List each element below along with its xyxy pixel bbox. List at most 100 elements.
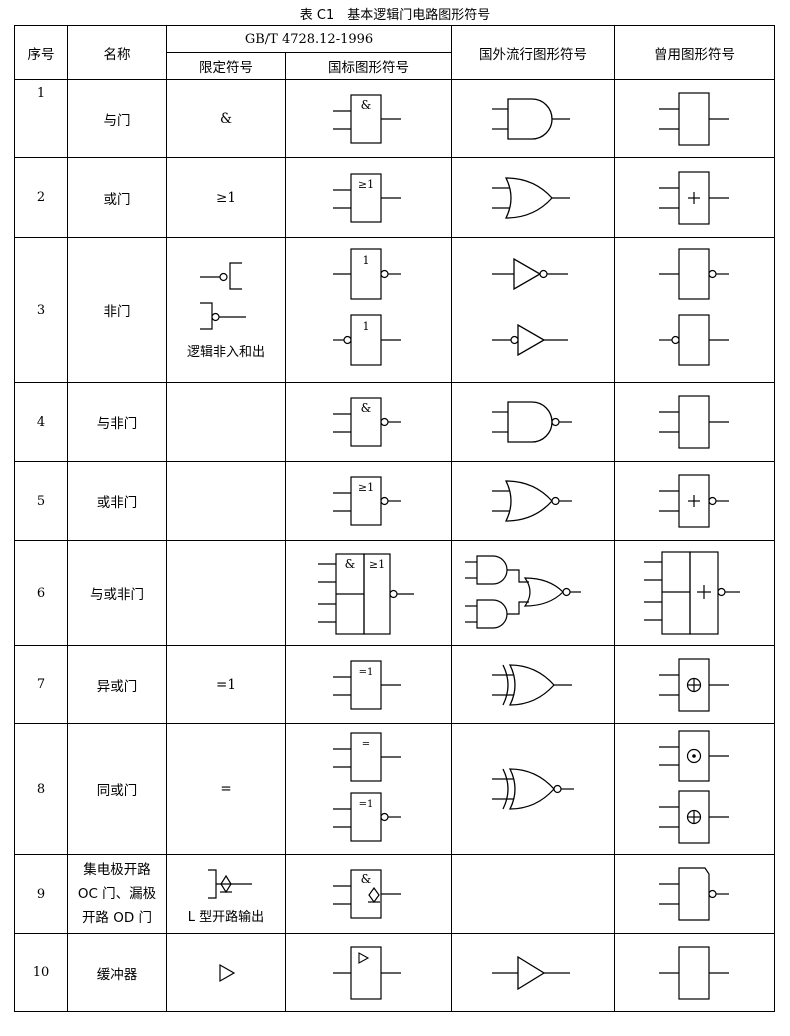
table-row: 9 集电极开路 OC 门、漏极 开路 OD 门 L 型开路输出 & xyxy=(14,854,776,934)
not-gate-gb-icon: 1 1 xyxy=(332,248,401,366)
table-row: 5 或非门 ≥1 xyxy=(14,461,776,541)
foreign-symbol-nor xyxy=(451,461,616,541)
nand-gate-foreign-icon xyxy=(492,401,573,443)
aoi-gate-legacy-icon xyxy=(643,551,740,635)
header-index: 序号 xyxy=(14,25,68,80)
qualifier-caption: L 型开路输出 xyxy=(187,909,265,925)
nor-gate-foreign-icon xyxy=(492,480,573,522)
and-gate-gb-icon: & xyxy=(332,93,401,144)
foreign-symbol-not xyxy=(451,237,616,383)
xor-gate-gb-icon: =1 xyxy=(332,659,401,710)
legacy-symbol-or xyxy=(614,157,776,238)
gb-symbol-xor: =1 xyxy=(284,645,453,724)
foreign-symbol-aoi xyxy=(451,540,616,646)
foreign-symbol-or xyxy=(451,157,616,238)
gate-label: & xyxy=(360,872,371,886)
row-name: 同或门 xyxy=(67,723,167,855)
row-index: 3 xyxy=(14,237,68,383)
header-standard: GB/T 4728.12-1996 xyxy=(165,25,453,53)
gate-label: ≥1 xyxy=(357,178,373,191)
gb-symbol-oc: & xyxy=(284,854,453,934)
qualifier-negation: 逻辑非入和出 xyxy=(166,237,286,383)
xor-gate-legacy-icon xyxy=(658,657,729,712)
row-index: 1 xyxy=(14,79,68,158)
xnor-gate-foreign-icon xyxy=(492,768,575,810)
legacy-symbol-oc xyxy=(614,854,776,934)
aoi-gate-gb-icon: & ≥1 xyxy=(317,553,414,635)
row-index: 10 xyxy=(14,933,68,1012)
foreign-symbol-xor xyxy=(451,645,616,724)
legacy-symbol-nand xyxy=(614,382,776,462)
nand-gate-gb-icon: & xyxy=(332,397,401,447)
row-name: 与或非门 xyxy=(67,540,167,646)
qualifier-symbol: ≥1 xyxy=(166,157,286,238)
qualifier-caption: 逻辑非入和出 xyxy=(186,344,265,360)
row-index: 8 xyxy=(14,723,68,855)
row-name: 或门 xyxy=(67,157,167,238)
gb-symbol-xnor: = =1 xyxy=(284,723,453,855)
table-row: 7 异或门 =1 =1 xyxy=(14,645,776,724)
qualifier-symbol: = xyxy=(166,723,286,855)
qualifier-symbol: =1 xyxy=(166,645,286,724)
oc-gate-legacy-icon xyxy=(658,867,729,921)
gate-label: = xyxy=(361,739,369,750)
table-row: 1 与门 & & xyxy=(14,79,776,158)
legacy-symbol-nor xyxy=(614,461,776,541)
row-name: 非门 xyxy=(67,237,167,383)
gb-symbol-and: & xyxy=(284,79,453,158)
and-gate-legacy-icon xyxy=(658,91,729,146)
table-row: 4 与非门 & xyxy=(14,382,776,462)
negation-io-icon xyxy=(200,261,246,330)
gb-symbol-nand: & xyxy=(284,382,453,462)
gate-label: 1 xyxy=(362,254,369,267)
gb-symbol-not: 1 1 xyxy=(284,237,453,383)
row-name-line: 集电极开路 xyxy=(83,862,151,878)
row-name: 或非门 xyxy=(67,461,167,541)
legacy-symbol-xnor xyxy=(614,723,776,855)
header-qualifier: 限定符号 xyxy=(166,52,286,80)
open-collector-qualifier-icon xyxy=(208,868,252,899)
foreign-symbol-and xyxy=(451,79,616,158)
qualifier-buffer xyxy=(166,933,286,1012)
header-legacy: 曾用图形符号 xyxy=(614,25,776,80)
nor-gate-gb-icon: ≥1 xyxy=(332,476,401,526)
xnor-gate-legacy-icon xyxy=(658,730,729,844)
table-row: 10 缓冲器 xyxy=(14,933,776,1012)
legacy-symbol-buffer xyxy=(614,933,776,1012)
legacy-symbol-and xyxy=(614,79,776,158)
table-row: 6 与或非门 & ≥1 xyxy=(14,540,776,646)
gate-label: & xyxy=(344,557,355,571)
legacy-symbol-xor xyxy=(614,645,776,724)
foreign-symbol-empty xyxy=(451,854,616,934)
row-index: 4 xyxy=(14,382,68,462)
logic-gate-symbol-table: 序号 名称 GB/T 4728.12-1996 国外流行图形符号 曾用图形符号 … xyxy=(14,25,776,1012)
row-name: 与非门 xyxy=(67,382,167,462)
oc-gate-gb-icon: & xyxy=(332,869,401,919)
row-index: 7 xyxy=(14,645,68,724)
gb-symbol-buffer xyxy=(284,933,453,1012)
gate-label: =1 xyxy=(358,799,373,810)
or-gate-gb-icon: ≥1 xyxy=(332,172,401,223)
row-index: 9 xyxy=(14,854,68,934)
header-national: 国标图形符号 xyxy=(284,52,453,80)
or-gate-legacy-icon xyxy=(658,170,729,225)
buffer-gb-icon xyxy=(332,945,401,1000)
table-row: 8 同或门 = = =1 xyxy=(14,723,776,855)
gate-label: ≥1 xyxy=(357,481,373,494)
row-index: 2 xyxy=(14,157,68,238)
gb-symbol-nor: ≥1 xyxy=(284,461,453,541)
and-gate-foreign-icon xyxy=(492,97,571,140)
buffer-qualifier-icon xyxy=(219,963,236,982)
not-gate-foreign-icon xyxy=(492,257,569,357)
row-name: 集电极开路 OC 门、漏极 开路 OD 门 xyxy=(67,854,167,934)
qualifier-empty xyxy=(166,382,286,462)
qualifier-empty xyxy=(166,540,286,646)
gb-symbol-or: ≥1 xyxy=(284,157,453,238)
gate-label: =1 xyxy=(358,667,373,678)
gate-label: ≥1 xyxy=(368,558,384,571)
row-name: 异或门 xyxy=(67,645,167,724)
qualifier-empty xyxy=(166,461,286,541)
or-gate-foreign-icon xyxy=(492,176,571,219)
legacy-symbol-aoi xyxy=(614,540,776,646)
aoi-gate-foreign-icon xyxy=(465,555,582,629)
